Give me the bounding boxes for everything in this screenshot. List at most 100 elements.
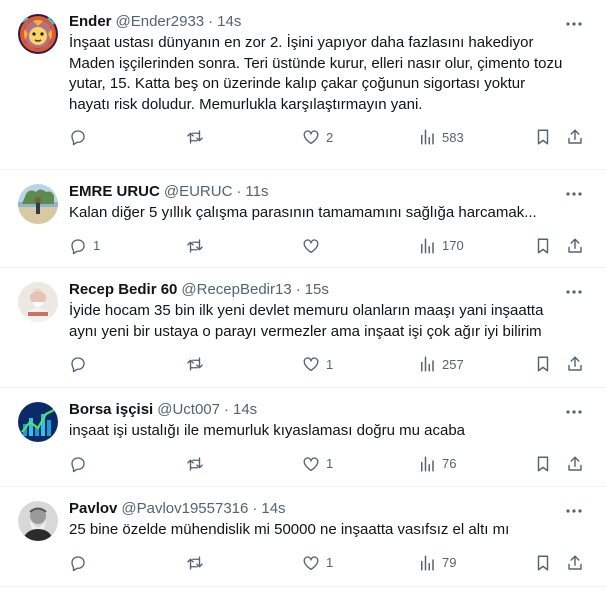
more-options-button[interactable] xyxy=(564,501,584,521)
views-button[interactable]: 79 xyxy=(418,554,456,572)
bookmark-icon xyxy=(537,555,549,570)
tweet-text: İyide hocam 35 bin ilk yeni devlet memur… xyxy=(69,302,544,340)
like-count: 1 xyxy=(326,555,334,570)
bookmark-icon xyxy=(537,456,549,471)
like-button[interactable] xyxy=(302,237,326,255)
retweet-icon xyxy=(187,456,203,471)
timeline-feed: Ender @Ender2933 · 14s İnşaat ustası dün… xyxy=(0,0,606,587)
display-name[interactable]: Recep Bedir 60 xyxy=(69,280,177,300)
timestamp[interactable]: 14s xyxy=(217,12,241,32)
retweet-button[interactable] xyxy=(186,554,210,572)
avatar[interactable] xyxy=(18,402,58,442)
reply-button[interactable]: 1 xyxy=(69,237,100,255)
reply-button[interactable] xyxy=(69,455,93,473)
reply-button[interactable] xyxy=(69,355,93,373)
lion-avatar-icon xyxy=(18,14,58,54)
timestamp[interactable]: 15s xyxy=(305,280,329,300)
share-button[interactable] xyxy=(566,455,584,473)
avatar[interactable] xyxy=(18,184,58,224)
share-button[interactable] xyxy=(566,237,584,255)
tweet-text: inşaat işi ustalığı ile memurluk kıyasla… xyxy=(69,422,466,439)
share-icon xyxy=(568,456,582,471)
ellipsis-icon xyxy=(566,22,582,26)
tweet-text: 25 bine özelde mühendislik mi 50000 ne i… xyxy=(69,521,510,538)
tweet[interactable]: EMRE URUC @EURUC · 11s Kalan diğer 5 yıl… xyxy=(0,170,606,268)
more-options-button[interactable] xyxy=(564,14,584,34)
like-button[interactable]: 2 xyxy=(302,128,333,146)
timestamp[interactable]: 14s xyxy=(233,400,257,420)
more-options-button[interactable] xyxy=(564,402,584,422)
user-handle[interactable]: @Ender2933 xyxy=(116,12,205,32)
tweet-text: Kalan diğer 5 yıllık çalışma parasının t… xyxy=(69,204,537,221)
views-button[interactable]: 170 xyxy=(418,237,464,255)
avatar[interactable] xyxy=(18,501,58,541)
ellipsis-icon xyxy=(566,290,582,294)
user-handle[interactable]: @Uct007 xyxy=(157,400,220,420)
tweet-header: EMRE URUC @EURUC · 11s xyxy=(69,182,590,202)
share-icon xyxy=(568,129,582,144)
bookmark-button[interactable] xyxy=(534,455,552,473)
timestamp[interactable]: 14s xyxy=(261,499,285,519)
tweet[interactable]: Ender @Ender2933 · 14s İnşaat ustası dün… xyxy=(0,0,606,170)
user-handle[interactable]: @RecepBedir13 xyxy=(181,280,291,300)
heart-icon xyxy=(303,357,319,372)
share-button[interactable] xyxy=(566,128,584,146)
view-count: 76 xyxy=(442,456,457,471)
like-count: 2 xyxy=(326,129,334,145)
view-count: 79 xyxy=(442,555,457,570)
avatar[interactable] xyxy=(18,14,58,54)
tweet[interactable]: Borsa işçisi @Uct007 · 14s inşaat işi us… xyxy=(0,388,606,487)
bookmark-button[interactable] xyxy=(534,237,552,255)
retweet-button[interactable] xyxy=(186,355,210,373)
display-name[interactable]: EMRE URUC xyxy=(69,182,160,202)
separator-dot: · xyxy=(223,401,229,418)
timestamp[interactable]: 11s xyxy=(245,182,268,202)
reply-count: 1 xyxy=(93,238,101,253)
display-name[interactable]: Ender xyxy=(69,12,112,32)
views-button[interactable]: 76 xyxy=(418,455,456,473)
tweet-header: Borsa işçisi @Uct007 · 14s xyxy=(69,400,590,420)
portrait-avatar-icon xyxy=(18,501,58,541)
reply-icon xyxy=(71,238,85,254)
tweet[interactable]: Recep Bedir 60 @RecepBedir13 · 15s İyide… xyxy=(0,268,606,388)
share-button[interactable] xyxy=(566,554,584,572)
user-handle[interactable]: @EURUC xyxy=(164,182,233,202)
tweet-actions: 1 79 xyxy=(69,545,590,583)
display-name[interactable]: Pavlov xyxy=(69,499,117,519)
bookmark-icon xyxy=(537,356,549,372)
share-icon xyxy=(568,238,582,253)
retweet-button[interactable] xyxy=(186,455,210,473)
heart-icon xyxy=(303,130,319,145)
views-chart-icon xyxy=(421,456,434,471)
view-count: 170 xyxy=(442,238,464,253)
display-name[interactable]: Borsa işçisi xyxy=(69,400,153,420)
tweet-actions: 1 170 xyxy=(69,228,590,266)
separator-dot: · xyxy=(208,13,214,30)
retweet-icon xyxy=(187,357,203,371)
bookmark-button[interactable] xyxy=(534,355,552,373)
avatar[interactable] xyxy=(18,282,58,322)
tweet-actions: 1 257 xyxy=(69,346,590,384)
views-button[interactable]: 583 xyxy=(418,128,464,146)
bookmark-button[interactable] xyxy=(534,128,552,146)
user-handle[interactable]: @Pavlov19557316 xyxy=(121,499,248,519)
bookmark-button[interactable] xyxy=(534,554,552,572)
reply-button[interactable] xyxy=(69,554,93,572)
separator-dot: · xyxy=(252,500,258,517)
tweet-header: Ender @Ender2933 · 14s xyxy=(69,12,590,32)
reply-icon xyxy=(71,130,85,146)
more-options-button[interactable] xyxy=(564,184,584,204)
tweet[interactable]: Pavlov @Pavlov19557316 · 14s 25 bine öze… xyxy=(0,487,606,587)
like-button[interactable]: 1 xyxy=(302,355,333,373)
retweet-button[interactable] xyxy=(186,237,210,255)
like-button[interactable]: 1 xyxy=(302,455,333,473)
tweet-actions: 1 76 xyxy=(69,446,590,484)
more-options-button[interactable] xyxy=(564,282,584,302)
like-count: 1 xyxy=(326,356,334,372)
retweet-button[interactable] xyxy=(186,128,210,146)
ellipsis-icon xyxy=(566,509,582,513)
views-button[interactable]: 257 xyxy=(418,355,464,373)
share-button[interactable] xyxy=(566,355,584,373)
like-button[interactable]: 1 xyxy=(302,554,333,572)
reply-button[interactable] xyxy=(69,128,93,146)
